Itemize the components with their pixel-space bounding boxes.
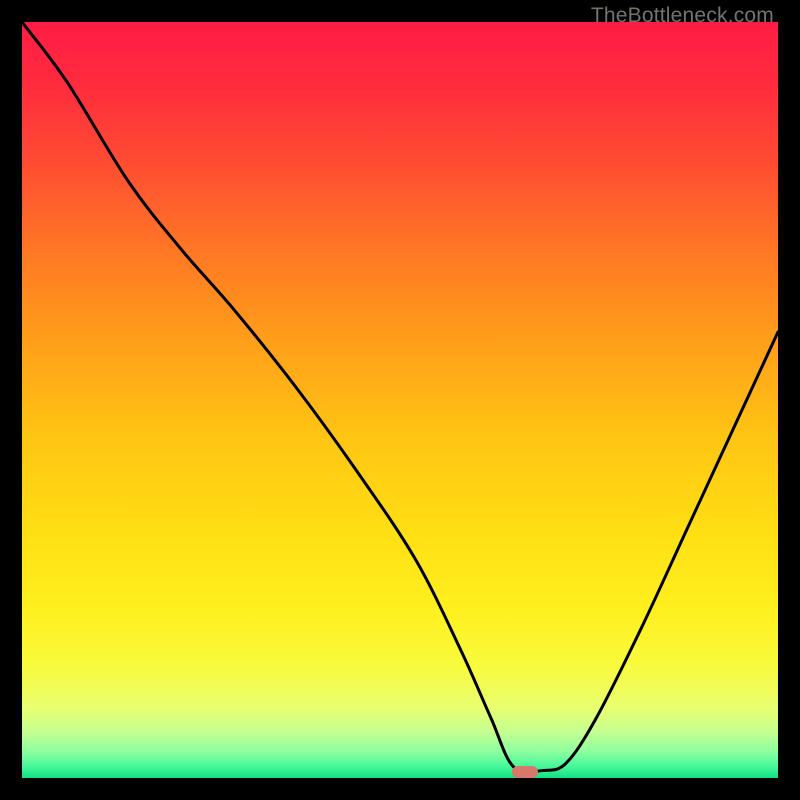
optimal-point-marker	[512, 766, 538, 778]
chart-container: TheBottleneck.com	[0, 0, 800, 800]
curve-layer	[22, 22, 778, 778]
plot-area	[22, 22, 778, 778]
bottleneck-curve	[22, 22, 778, 772]
